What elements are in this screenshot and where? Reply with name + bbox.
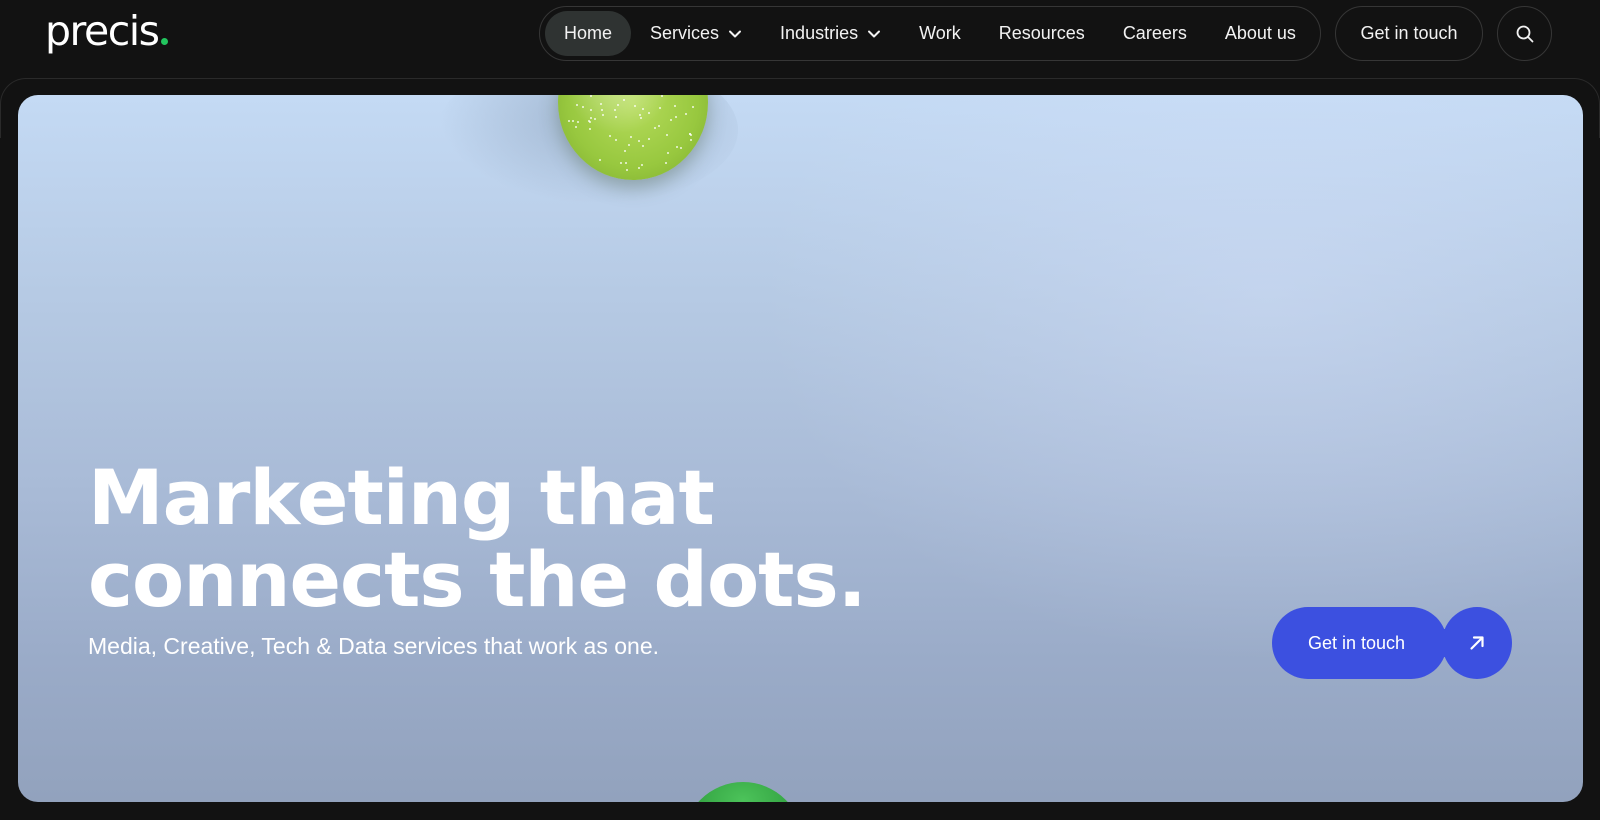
ball-speck: [626, 169, 629, 172]
ball-speck: [588, 121, 591, 124]
ball-speck: [665, 134, 668, 137]
nav-item-about-us[interactable]: About us: [1206, 11, 1315, 56]
ball-speck: [590, 116, 593, 119]
ball-speck: [674, 115, 677, 118]
ball-speck: [609, 135, 611, 138]
ball-speck: [600, 103, 603, 106]
ball-speck: [582, 106, 585, 109]
ball-speck: [589, 109, 592, 112]
ball-speck: [575, 126, 578, 129]
ball-speck: [625, 162, 628, 165]
ball-speck: [624, 149, 627, 152]
ball-speck: [588, 127, 591, 130]
ball-speck: [684, 112, 687, 115]
ball-speck: [571, 120, 574, 123]
ball-speck: [665, 162, 668, 165]
nav-item-work[interactable]: Work: [900, 11, 980, 56]
ball-speck: [589, 95, 592, 98]
ball-speck: [594, 118, 597, 121]
ball-speck: [640, 164, 643, 167]
ball-speck: [568, 120, 571, 123]
ball-speck: [600, 109, 603, 112]
ball-speck: [634, 104, 637, 107]
ball-speck: [576, 103, 578, 106]
chevron-down-icon: [868, 30, 881, 37]
nav-item-label: Careers: [1122, 23, 1187, 43]
ball-speck: [675, 145, 678, 148]
nav-item-home[interactable]: Home: [545, 11, 632, 56]
search-icon: [1516, 25, 1533, 42]
nav-item-careers[interactable]: Careers: [1104, 11, 1206, 56]
ball-speck: [639, 116, 642, 119]
get-in-touch-cta-button[interactable]: Get in touch: [1272, 607, 1512, 679]
ball-speck: [613, 109, 616, 112]
ball-speck: [670, 118, 673, 121]
nav-item-services[interactable]: Services: [631, 11, 761, 56]
brand-dot: [160, 38, 168, 45]
ball-speck: [617, 103, 620, 106]
ball-speck: [648, 111, 651, 114]
ball-speck: [690, 139, 693, 142]
ball-speck: [692, 106, 695, 109]
hero-subline: Media, Creative, Tech & Data services th…: [88, 633, 660, 659]
nav-item-industries[interactable]: Industries: [761, 11, 900, 56]
ball-speck: [658, 125, 661, 128]
main-nav: Home Services Industries Work Resources …: [539, 6, 1321, 61]
ball-speck: [642, 144, 645, 147]
nav-item-label: About us: [1224, 23, 1296, 43]
hero-headline-line2: connects the dots.: [88, 535, 867, 624]
hero-section: Marketing that connects the dots. Media,…: [18, 95, 1583, 802]
nav-item-label: Resources: [998, 23, 1085, 43]
ball-speck: [614, 115, 617, 118]
ball-speck: [641, 107, 644, 110]
ball-speck: [673, 104, 676, 107]
ball-speck: [659, 107, 662, 110]
green-ball-bottom-image: [683, 782, 803, 802]
ball-speck: [620, 161, 623, 164]
ball-speck: [661, 95, 664, 97]
nav-item-resources[interactable]: Resources: [980, 11, 1104, 56]
ball-speck: [628, 143, 631, 146]
ball-speck: [630, 135, 633, 138]
ball-speck: [623, 99, 626, 102]
cta-label-pill: Get in touch: [1272, 607, 1447, 679]
nav-item-label: Industries: [780, 23, 859, 43]
nav-item-label: Services: [650, 23, 720, 43]
chevron-down-icon: [729, 30, 742, 37]
hero-headline: Marketing that connects the dots.: [88, 457, 988, 621]
ball-speck: [679, 147, 682, 150]
ball-speck: [598, 158, 601, 161]
ball-speck: [637, 139, 640, 142]
ball-speck: [667, 152, 670, 155]
hero-headline-line1: Marketing that: [88, 453, 715, 542]
nav-item-label: Work: [919, 23, 961, 43]
get-in-touch-nav-label: Get in touch: [1360, 23, 1458, 43]
ball-speck: [602, 113, 605, 116]
ball-speck: [577, 120, 580, 123]
arrow-up-right-icon: [1470, 636, 1484, 650]
search-button[interactable]: [1497, 6, 1552, 61]
ball-speck: [647, 137, 650, 140]
nav-item-label: Home: [564, 23, 613, 43]
cta-label: Get in touch: [1308, 632, 1406, 653]
get-in-touch-nav-button[interactable]: Get in touch: [1335, 6, 1483, 61]
ball-speck: [654, 127, 657, 130]
ball-speck: [637, 166, 640, 169]
site-header: precis Home Services Industries Work Res…: [0, 0, 1600, 78]
cta-arrow-circle: [1442, 607, 1512, 679]
brand-name: precis: [45, 7, 160, 55]
ball-speck: [614, 139, 617, 142]
brand-logo[interactable]: precis: [45, 6, 168, 56]
